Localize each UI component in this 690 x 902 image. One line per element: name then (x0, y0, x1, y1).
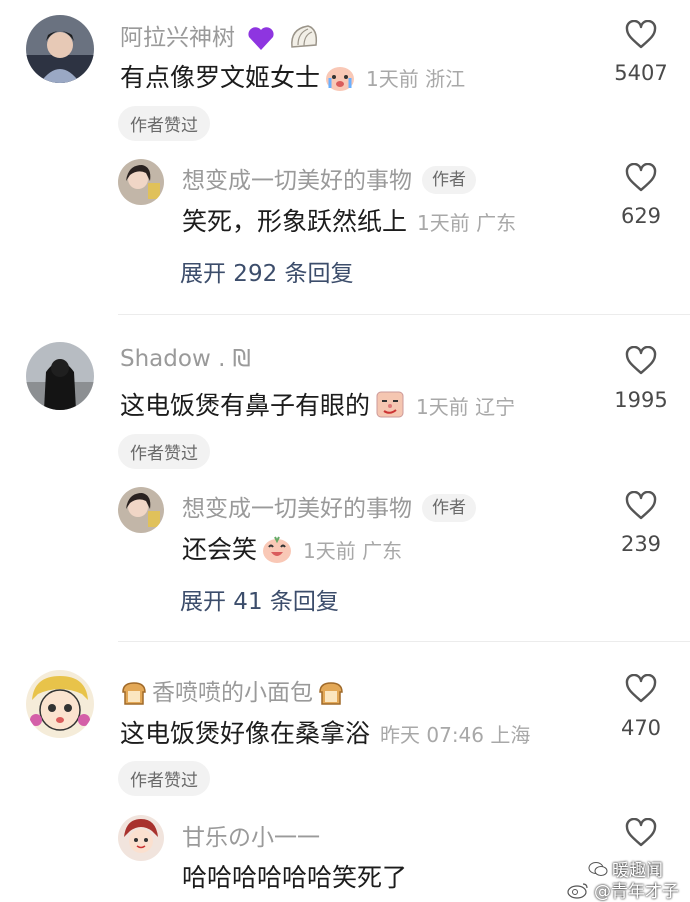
crying-face-icon (326, 67, 355, 91)
heart-icon (625, 19, 657, 49)
reply-avatar[interactable] (118, 815, 164, 861)
commenter-avatar[interactable] (26, 342, 94, 410)
reply-text: 哈哈哈哈哈哈笑死了 (182, 863, 408, 892)
comment-username[interactable]: Shadow . ₪ (120, 346, 251, 372)
author-liked-badge: 作者赞过 (118, 106, 210, 141)
reply-username[interactable]: 想变成一切美好的事物 作者 (182, 161, 476, 195)
like-button[interactable] (596, 19, 686, 54)
comment-username[interactable]: 阿拉兴神树 (120, 18, 320, 52)
like-count: 5407 (614, 61, 668, 85)
comment-username[interactable]: 香喷喷的小面包 (120, 673, 345, 707)
shell-icon (290, 25, 317, 48)
comment-text: 有点像罗文姬女士 1天前 浙江 (120, 63, 466, 92)
reply-text: 还会笑 1天前 广东 (182, 535, 403, 564)
purple-heart-icon (248, 27, 274, 50)
reply-username[interactable]: 想变成一切美好的事物 作者 (182, 489, 476, 523)
heart-icon (625, 817, 657, 847)
author-liked-badge: 作者赞过 (118, 434, 210, 469)
commenter-avatar[interactable] (26, 15, 94, 83)
bread-icon (319, 682, 343, 705)
author-tag: 作者 (422, 494, 476, 522)
like-button[interactable] (596, 673, 686, 708)
heart-icon (625, 162, 657, 192)
reply-like-button[interactable] (596, 490, 686, 525)
watermark-line2: @青年才子 (594, 882, 679, 902)
reply-avatar[interactable] (118, 159, 164, 205)
like-count: 1995 (614, 388, 668, 412)
comment-text: 这电饭煲有鼻子有眼的 1天前 辽宁 (120, 386, 515, 422)
smirk-face-icon (376, 391, 404, 418)
expand-replies-link[interactable]: 展开 292 条回复 (180, 254, 354, 288)
laughing-face-icon (263, 536, 292, 563)
watermark-handle: @青年才子 (566, 877, 679, 902)
comment-meta: 昨天 07:46 上海 (380, 723, 531, 747)
heart-icon (625, 490, 657, 520)
expand-replies-link[interactable]: 展开 41 条回复 (180, 582, 339, 616)
reply-meta: 1天前 广东 (417, 211, 517, 235)
comment-text: 这电饭煲好像在桑拿浴 昨天 07:46 上海 (120, 719, 531, 748)
author-tag: 作者 (422, 166, 476, 194)
reply-avatar[interactable] (118, 487, 164, 533)
heart-icon (625, 345, 657, 375)
weibo-icon (567, 882, 588, 899)
wechat-icon (588, 861, 608, 876)
like-count: 470 (620, 716, 662, 740)
bread-icon (122, 682, 146, 705)
divider (118, 314, 690, 315)
author-liked-badge: 作者赞过 (118, 761, 210, 796)
heart-icon (625, 673, 657, 703)
comment-meta: 1天前 辽宁 (416, 395, 516, 419)
reply-like-button[interactable] (596, 162, 686, 197)
reply-meta: 1天前 广东 (303, 539, 403, 563)
like-button[interactable] (596, 345, 686, 380)
divider (118, 641, 690, 642)
reply-text: 笑死，形象跃然纸上 1天前 广东 (182, 207, 517, 236)
comment-meta: 1天前 浙江 (366, 67, 466, 91)
reply-username[interactable]: 甘乐の小一一 (182, 818, 320, 852)
reply-like-count: 629 (620, 204, 662, 228)
reply-like-button[interactable] (596, 817, 686, 852)
reply-like-count: 239 (620, 532, 662, 556)
commenter-avatar[interactable] (26, 670, 94, 738)
